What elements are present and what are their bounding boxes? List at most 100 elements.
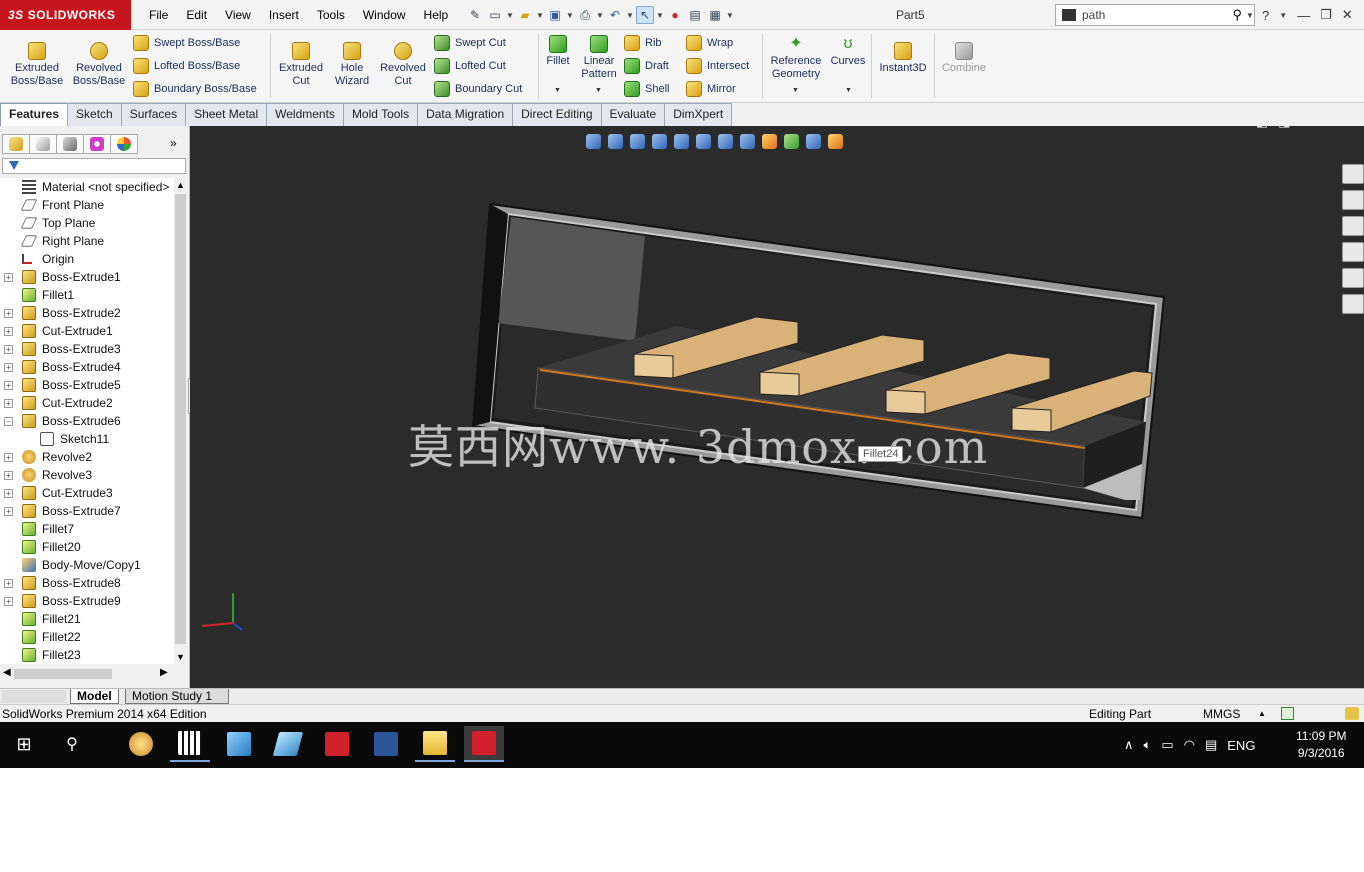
property-manager-tab[interactable] xyxy=(29,134,57,154)
wrap-button[interactable]: Wrap xyxy=(686,35,733,51)
volume-icon[interactable]: 🔈︎ xyxy=(1144,737,1152,753)
revolved-boss-button[interactable]: Revolved Boss/Base xyxy=(68,42,130,88)
select-cursor-icon[interactable]: ↖ xyxy=(636,6,654,24)
tab-model[interactable]: Model xyxy=(70,689,119,704)
menu-window[interactable]: Window xyxy=(354,0,415,30)
rib-button[interactable]: Rib xyxy=(624,35,662,51)
boundary-boss-button[interactable]: Boundary Boss/Base xyxy=(133,81,257,97)
expand-icon[interactable]: + xyxy=(4,327,13,336)
minimize-icon[interactable]: — xyxy=(1300,126,1313,130)
search-icon[interactable]: ⚲ xyxy=(1232,7,1242,23)
fillet-dropdown-icon[interactable]: ▼ xyxy=(554,87,561,94)
tab-evaluate[interactable]: Evaluate xyxy=(600,103,666,126)
taskbar-app-solidworks[interactable] xyxy=(317,726,357,762)
undo-dropdown-icon[interactable]: ▼ xyxy=(626,11,634,20)
lofted-boss-button[interactable]: Lofted Boss/Base xyxy=(133,58,240,74)
expand-icon[interactable]: + xyxy=(4,381,13,390)
tab-mold-tools[interactable]: Mold Tools xyxy=(342,103,419,126)
search-dropdown-icon[interactable]: ▼ xyxy=(1246,11,1254,20)
tree-item[interactable]: − Boss-Extrude6 xyxy=(0,412,174,430)
tab-direct-editing[interactable]: Direct Editing xyxy=(512,103,602,126)
print-dropdown-icon[interactable]: ▼ xyxy=(596,11,604,20)
design-library-icon[interactable] xyxy=(1342,190,1364,210)
feature-manager-tab[interactable] xyxy=(2,134,30,154)
tab-weldments[interactable]: Weldments xyxy=(266,103,344,126)
tab-motion-study-1[interactable]: Motion Study 1 xyxy=(125,689,229,704)
tree-item[interactable]: + Revolve3 xyxy=(0,466,174,484)
tile-left-icon[interactable]: ◧ xyxy=(1256,126,1268,130)
search-box[interactable]: ⚲ ▼ xyxy=(1055,4,1255,26)
tab-scroll-arrows[interactable] xyxy=(2,690,66,703)
curves-dropdown-icon[interactable]: ▼ xyxy=(845,87,852,94)
new-dropdown-icon[interactable]: ▼ xyxy=(506,11,514,20)
tree-item[interactable]: Fillet1 xyxy=(0,286,174,304)
options-dropdown-icon[interactable]: ▼ xyxy=(726,11,734,20)
tab-dimxpert[interactable]: DimXpert xyxy=(664,103,733,126)
appearances-icon[interactable] xyxy=(1342,268,1364,288)
curves-button[interactable]: ʊ Curves xyxy=(828,35,868,68)
more-tabs-icon[interactable]: » xyxy=(170,136,177,150)
close-icon[interactable]: ✕ xyxy=(1342,7,1353,23)
tree-item[interactable]: + Boss-Extrude1 xyxy=(0,268,174,286)
taskbar-app-solidworks-active[interactable] xyxy=(464,726,504,762)
taskbar-app-paint[interactable] xyxy=(121,726,161,762)
reference-geometry-button[interactable]: ✦ Reference Geometry xyxy=(766,35,826,81)
save-icon[interactable]: ▣ xyxy=(546,6,564,24)
menu-insert[interactable]: Insert xyxy=(260,0,308,30)
reference-geometry-dropdown-icon[interactable]: ▼ xyxy=(792,87,799,94)
tags-icon[interactable] xyxy=(1345,707,1359,720)
tree-horizontal-scrollbar[interactable]: ◀ ▶ xyxy=(0,666,174,682)
display-style-icon[interactable] xyxy=(718,133,733,149)
tab-sketch[interactable]: Sketch xyxy=(67,103,122,126)
tree-item[interactable]: Fillet22 xyxy=(0,628,174,646)
menu-file[interactable]: File xyxy=(140,0,177,30)
menu-help[interactable]: Help xyxy=(415,0,458,30)
feature-tree-filter[interactable] xyxy=(2,158,186,174)
expand-icon[interactable]: + xyxy=(4,507,13,516)
expand-icon[interactable]: + xyxy=(4,453,13,462)
show-hidden-icons-icon[interactable]: ∧ xyxy=(1124,737,1134,753)
input-language[interactable]: ENG xyxy=(1227,738,1255,753)
expand-icon[interactable]: + xyxy=(4,597,13,606)
combine-button[interactable]: Combine xyxy=(938,42,990,75)
realview-icon[interactable] xyxy=(828,133,843,149)
graphics-area[interactable]: ◧ ◨ — ❐ ✕ 莫西网www. 3dmox. com Fillet24 xyxy=(190,126,1364,688)
tree-item[interactable]: + Boss-Extrude4 xyxy=(0,358,174,376)
solidworks-logo[interactable]: 3S SOLIDWORKS xyxy=(0,0,131,30)
tree-item[interactable]: + Boss-Extrude2 xyxy=(0,304,174,322)
dynamic-annotation-icon[interactable] xyxy=(674,133,689,149)
scroll-left-icon[interactable]: ◀ xyxy=(3,667,11,678)
tree-item[interactable]: + Cut-Extrude3 xyxy=(0,484,174,502)
taskbar-app-file-explorer[interactable] xyxy=(415,726,455,762)
menu-edit[interactable]: Edit xyxy=(177,0,216,30)
expand-icon[interactable]: + xyxy=(4,579,13,588)
expand-icon[interactable]: + xyxy=(4,399,13,408)
battery-icon[interactable]: ▭ xyxy=(1161,737,1173,753)
tree-item[interactable]: Fillet21 xyxy=(0,610,174,628)
tree-item[interactable]: Material <not specified> xyxy=(0,178,174,196)
tab-surfaces[interactable]: Surfaces xyxy=(120,103,187,126)
taskbar-app-calculator[interactable] xyxy=(170,726,210,762)
extruded-cut-button[interactable]: Extruded Cut xyxy=(274,42,328,88)
boundary-cut-button[interactable]: Boundary Cut xyxy=(434,81,522,97)
tree-item[interactable]: Fillet7 xyxy=(0,520,174,538)
tree-item[interactable]: Body-Move/Copy1 xyxy=(0,556,174,574)
file-explorer-icon[interactable] xyxy=(1342,216,1364,236)
hide-show-items-icon[interactable] xyxy=(740,133,755,149)
tree-item[interactable]: + Revolve2 xyxy=(0,448,174,466)
unit-system-label[interactable]: MMGS xyxy=(1203,705,1240,723)
mirror-button[interactable]: Mirror xyxy=(686,81,736,97)
taskbar-app-control-panel[interactable] xyxy=(219,726,259,762)
view-palette-icon[interactable] xyxy=(1342,242,1364,262)
expand-icon[interactable]: + xyxy=(4,363,13,372)
tree-item[interactable]: Front Plane xyxy=(0,196,174,214)
lofted-cut-button[interactable]: Lofted Cut xyxy=(434,58,506,74)
dimxpert-manager-tab[interactable] xyxy=(83,134,111,154)
start-button[interactable]: ⊞ xyxy=(4,726,44,762)
taskbar-app-word[interactable] xyxy=(366,726,406,762)
restore-icon[interactable]: ❐ xyxy=(1323,126,1335,130)
help-icon[interactable]: ? xyxy=(1262,8,1269,23)
view-settings-icon[interactable] xyxy=(806,133,821,149)
fillet-button[interactable]: Fillet xyxy=(542,35,574,68)
zoom-to-area-icon[interactable] xyxy=(608,133,623,149)
